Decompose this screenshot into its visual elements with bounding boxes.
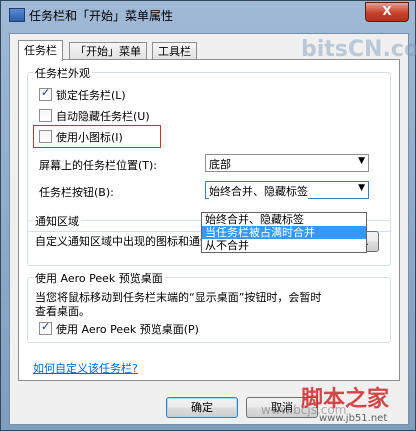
aero-peek-check-icon xyxy=(39,320,52,335)
chevron-down-icon: ▼ xyxy=(358,156,365,166)
appearance-group-title: 任务栏外观 xyxy=(33,65,92,81)
tab-toolbars[interactable]: 工具栏 xyxy=(152,42,197,60)
aero-peek-checkbox[interactable]: 使用 Aero Peek 预览桌面(P) xyxy=(39,320,199,336)
notification-desc: 自定义通知区域中出现的图标和通知。 xyxy=(35,235,222,248)
notification-group-title: 通知区域 xyxy=(33,213,81,229)
window-title: 任务栏和「开始」菜单属性 xyxy=(29,9,174,23)
watermark-bcjs: www.bcjs.com xyxy=(261,403,347,417)
tab-taskbar[interactable]: 任务栏 xyxy=(18,40,63,61)
small-icons-checkbox[interactable]: 使用小图标(I) xyxy=(39,130,123,144)
dropdown-option[interactable]: 从不合并 xyxy=(202,239,366,252)
aero-peek-desc-line2: 查看桌面。 xyxy=(35,305,90,318)
buttons-select[interactable]: 始终合并、隐藏标签 ▼ xyxy=(205,181,369,199)
dropdown-option[interactable]: 始终合并、隐藏标签 xyxy=(202,213,366,226)
small-icons-label: 使用小图标(I) xyxy=(56,131,123,144)
autohide-check-icon xyxy=(39,109,52,122)
close-button[interactable]: X xyxy=(365,2,409,22)
lock-taskbar-checkbox[interactable]: 锁定任务栏(L) xyxy=(39,86,126,102)
ok-button[interactable]: 确定 xyxy=(166,397,238,418)
buttons-label: 任务栏按钮(B): xyxy=(39,186,114,199)
position-select[interactable]: 底部 ▼ xyxy=(205,154,369,172)
tab-start-menu[interactable]: 「开始」菜单 xyxy=(69,42,147,60)
taskbar-icon xyxy=(9,8,25,22)
lock-taskbar-label: 锁定任务栏(L) xyxy=(56,89,126,102)
watermark-bitscn: bitsCN.com xyxy=(301,37,416,62)
autohide-checkbox[interactable]: 自动隐藏任务栏(U) xyxy=(39,109,150,123)
lock-taskbar-check-icon xyxy=(39,86,52,101)
chevron-down-icon: ▼ xyxy=(358,183,365,193)
position-label: 屏幕上的任务栏位置(T): xyxy=(39,159,158,172)
small-icons-check-icon xyxy=(39,130,52,143)
buttons-select-value: 始终合并、隐藏标签 xyxy=(209,183,308,199)
buttons-dropdown-list: 始终合并、隐藏标签 当任务栏被占满时合并 从不合并 xyxy=(201,212,367,253)
dropdown-option-selected[interactable]: 当任务栏被占满时合并 xyxy=(202,226,366,239)
properties-window: 任务栏和「开始」菜单属性 X 任务栏 「开始」菜单 工具栏 任务栏外观 锁定任务… xyxy=(0,0,416,431)
position-select-value: 底部 xyxy=(209,158,231,171)
autohide-label: 自动隐藏任务栏(U) xyxy=(56,110,150,123)
aero-peek-label: 使用 Aero Peek 预览桌面(P) xyxy=(56,323,199,336)
help-link[interactable]: 如何自定义该任务栏? xyxy=(33,360,138,376)
aero-peek-group-title: 使用 Aero Peek 预览桌面 xyxy=(33,270,165,286)
dialog-client: 任务栏 「开始」菜单 工具栏 任务栏外观 锁定任务栏(L) 自动隐藏任务栏(U)… xyxy=(9,33,409,425)
title-bar[interactable]: 任务栏和「开始」菜单属性 X xyxy=(1,1,415,31)
